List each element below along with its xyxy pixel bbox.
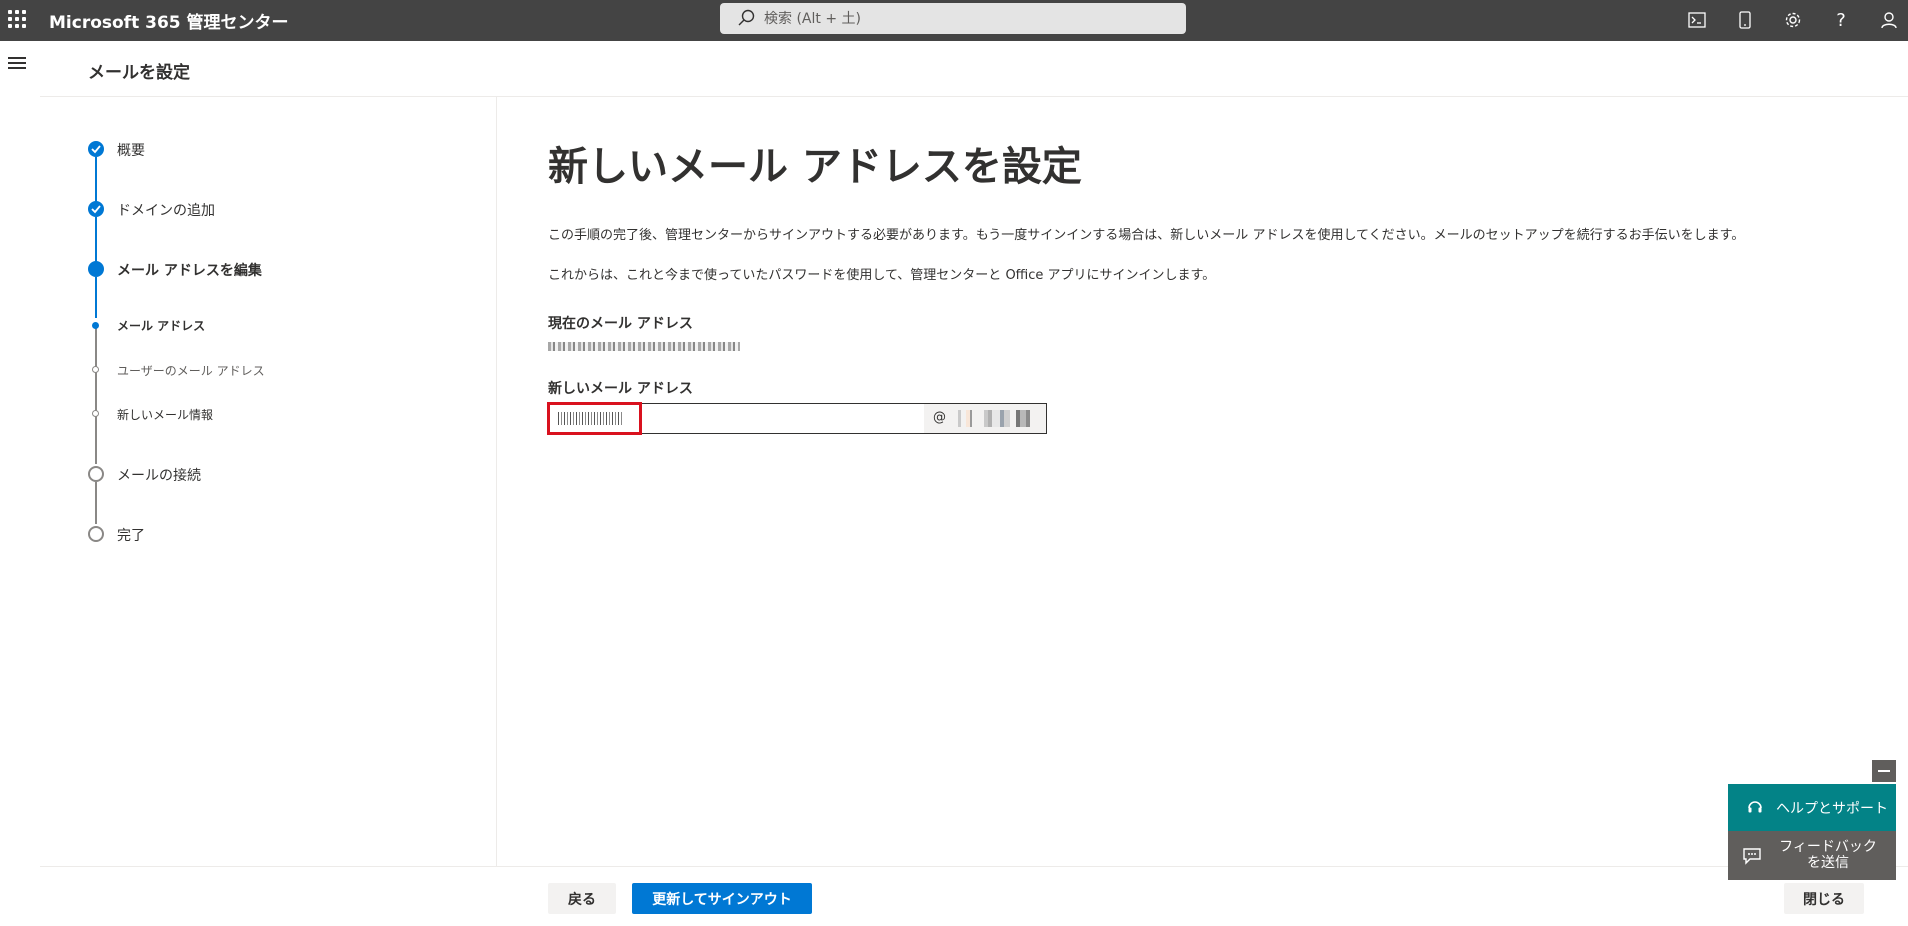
- update-and-sign-out-button[interactable]: 更新してサインアウト: [632, 883, 812, 914]
- close-button[interactable]: 閉じる: [1784, 883, 1864, 914]
- mobile-icon[interactable]: [1733, 8, 1757, 32]
- instruction-paragraph: これからは、これと今まで使っていたパスワードを使用して、管理センターと Offi…: [548, 268, 1216, 283]
- page-title: メールを設定: [88, 63, 190, 83]
- current-email-value: [548, 342, 740, 351]
- feedback-label: フィードバック を送信: [1768, 839, 1888, 871]
- app-title[interactable]: Microsoft 365 管理センター: [49, 8, 289, 33]
- step-complete[interactable]: 完了: [117, 525, 145, 545]
- search-icon: [738, 9, 755, 26]
- search-box[interactable]: [720, 3, 1186, 34]
- step-done-icon: [88, 201, 104, 217]
- new-email-field[interactable]: @: [547, 402, 1047, 435]
- gear-icon[interactable]: [1781, 8, 1805, 32]
- domain-value: [954, 410, 1038, 427]
- step-done-icon: [88, 141, 104, 157]
- terminal-icon[interactable]: [1685, 8, 1709, 32]
- new-email-label: 新しいメール アドレス: [548, 381, 693, 397]
- help-and-support-button[interactable]: ヘルプとサポート: [1728, 784, 1896, 831]
- at-sign: @: [933, 410, 946, 425]
- app-launcher-icon[interactable]: [8, 10, 26, 28]
- substep-user-email[interactable]: ユーザーのメール アドレス: [117, 362, 265, 379]
- headset-icon: [1748, 801, 1762, 813]
- main-heading: 新しいメール アドレスを設定: [548, 144, 1082, 190]
- send-feedback-button[interactable]: フィードバック を送信: [1728, 831, 1896, 880]
- substep-new-email-info[interactable]: 新しいメール情報: [117, 406, 213, 423]
- search-input[interactable]: [764, 8, 1164, 29]
- step-current-icon: [88, 261, 104, 277]
- step-edit-email[interactable]: メール アドレスを編集: [117, 260, 262, 280]
- highlight-box: [547, 402, 642, 435]
- top-bar: Microsoft 365 管理センター ?: [0, 0, 1908, 41]
- help-icon[interactable]: ?: [1829, 8, 1853, 32]
- step-pending-icon: [88, 466, 104, 482]
- step-add-domain[interactable]: ドメインの追加: [117, 200, 215, 220]
- step-connector: [95, 277, 97, 318]
- current-email-label: 現在のメール アドレス: [548, 316, 693, 332]
- substep-pending-icon: [92, 366, 99, 373]
- substep-current-icon: [92, 322, 99, 329]
- step-connector: [95, 482, 97, 524]
- header-divider: [40, 96, 1908, 97]
- substep-email-address[interactable]: メール アドレス: [117, 317, 205, 334]
- step-connector: [95, 217, 97, 267]
- feedback-label-line: フィードバック: [1779, 839, 1877, 855]
- step-overview[interactable]: 概要: [117, 140, 145, 160]
- hamburger-menu-icon[interactable]: [8, 57, 26, 71]
- footer-divider: [40, 866, 1908, 867]
- domain-suffix: @: [924, 404, 1046, 433]
- back-button[interactable]: 戻る: [548, 883, 616, 914]
- step-pending-icon: [88, 526, 104, 542]
- instruction-paragraph: この手順の完了後、管理センターからサインアウトする必要があります。もう一度サイン…: [548, 228, 1745, 243]
- substep-pending-icon: [92, 410, 99, 417]
- feedback-label-line: を送信: [1807, 855, 1849, 871]
- panel-divider: [496, 97, 497, 866]
- help-label: ヘルプとサポート: [1776, 801, 1888, 817]
- feedback-icon: [1743, 848, 1761, 865]
- step-connector: [95, 328, 97, 464]
- account-icon[interactable]: [1877, 8, 1901, 32]
- minimize-help-button[interactable]: [1872, 760, 1896, 782]
- step-connect-mail[interactable]: メールの接続: [117, 465, 201, 485]
